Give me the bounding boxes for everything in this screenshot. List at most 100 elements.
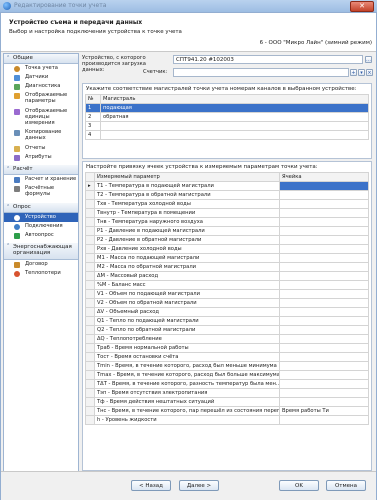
cell-value[interactable] xyxy=(279,307,369,317)
table-row[interactable]: M2 - Масса по обратной магистрали xyxy=(85,262,369,272)
sidebar-section-polling[interactable]: ⌃ Опрос xyxy=(4,203,78,213)
sidebar-item-reports[interactable]: Отчеты xyxy=(4,144,78,153)
table-row[interactable]: Tнв - Температура наружного воздуха xyxy=(85,217,369,227)
counter-dropdown-icon[interactable]: ▾ xyxy=(358,69,365,76)
cell-value[interactable] xyxy=(279,298,369,308)
attributes-icon xyxy=(14,155,20,161)
counter-select[interactable] xyxy=(173,68,349,77)
table-row[interactable]: Tmin - Время, в течение которого, расход… xyxy=(85,361,369,371)
table-row[interactable]: TΔT - Время, в течение которого, разност… xyxy=(85,379,369,389)
cell-value[interactable] xyxy=(279,199,369,209)
table-row[interactable]: %M - Баланс масс xyxy=(85,280,369,290)
cell-value[interactable] xyxy=(279,334,369,344)
sidebar-section-general[interactable]: ⌃ Общие xyxy=(4,54,78,64)
table-row[interactable]: P2 - Давление в обратной магистрали xyxy=(85,235,369,245)
cell-value[interactable] xyxy=(279,388,369,398)
cell-value[interactable] xyxy=(279,217,369,227)
cell-value[interactable] xyxy=(279,280,369,290)
cell-value[interactable] xyxy=(279,262,369,272)
sidebar-item-device[interactable]: Устройство xyxy=(4,213,78,222)
table-row[interactable]: T2 - Температура в обратной магистрали xyxy=(85,190,369,200)
table-row[interactable]: Tнс - Время, в течение которого, пар пер… xyxy=(85,406,369,416)
sidebar-section-supplier[interactable]: ⌃ Энергоснабжающая организация xyxy=(4,243,78,260)
diagnostics-icon xyxy=(14,84,20,90)
row-line[interactable]: обратная xyxy=(100,112,369,122)
counter-label: Счетчик: xyxy=(143,69,168,75)
table-row[interactable]: Pхв - Давление холодной воды xyxy=(85,244,369,254)
cell-value[interactable] xyxy=(279,379,369,389)
table-row[interactable]: V1 - Объем по подающей магистрали xyxy=(85,289,369,299)
counter-clear-icon[interactable]: × xyxy=(366,69,373,76)
sidebar-item-sensors[interactable]: Датчики xyxy=(4,73,78,82)
counter-add-icon[interactable]: + xyxy=(350,69,357,76)
cell-value[interactable] xyxy=(279,181,369,191)
cell-value[interactable] xyxy=(279,415,369,425)
connection-icon xyxy=(14,224,20,230)
next-button[interactable]: Далее > xyxy=(179,480,219,491)
cell-value[interactable] xyxy=(279,325,369,335)
close-button[interactable]: ✕ xyxy=(350,1,374,12)
table-row[interactable]: Tmax - Время, в течение которого, расход… xyxy=(85,370,369,380)
table-row[interactable]: Tхв - Температура холодной воды xyxy=(85,199,369,209)
sidebar-section-calculation[interactable]: ⌃ Расчёт xyxy=(4,165,78,175)
table-row[interactable]: 1 подающая xyxy=(85,103,369,113)
cell-value[interactable] xyxy=(279,226,369,236)
table-row[interactable]: Q1 - Тепло по подающей магистрали xyxy=(85,316,369,326)
table-row[interactable]: Q2 - Тепло по обратной магистрали xyxy=(85,325,369,335)
parameter-name: ΔQ - Теплопотребление xyxy=(94,334,280,344)
table-row[interactable]: 2 обратная xyxy=(85,112,369,122)
cell-value[interactable] xyxy=(279,361,369,371)
table-row[interactable]: Tф - Время действия нештатных ситуаций xyxy=(85,397,369,407)
sidebar-item-meter-point[interactable]: Точка учета xyxy=(4,64,78,73)
table-row[interactable]: ΔM - Массовый расход xyxy=(85,271,369,281)
cell-value[interactable] xyxy=(279,253,369,263)
table-row[interactable]: Tост - Время остановки счёта xyxy=(85,352,369,362)
table-row[interactable]: Tэп - Время отсутствия электропитания xyxy=(85,388,369,398)
table-row[interactable]: 3 xyxy=(85,121,369,131)
table-row[interactable]: h - Уровень жидкости xyxy=(85,415,369,425)
table-row[interactable]: ΔQ - Теплопотребление xyxy=(85,334,369,344)
sidebar-item-copy-data[interactable]: Копирование данных xyxy=(4,128,78,144)
table-row[interactable]: 4 xyxy=(85,130,369,140)
cell-value[interactable]: Время работы Ти xyxy=(279,406,369,416)
sidebar-item-autopoll[interactable]: Автоопрос xyxy=(4,231,78,240)
cell-value[interactable] xyxy=(279,397,369,407)
table-row[interactable]: Tвнутр - Температура в помещении xyxy=(85,208,369,218)
device-select[interactable]: СПТ941.20 #102003 xyxy=(173,55,363,64)
sidebar-item-connections[interactable]: Подключения xyxy=(4,222,78,231)
cell-value[interactable] xyxy=(279,316,369,326)
sidebar-item-diagnostics[interactable]: Диагностика xyxy=(4,82,78,91)
cell-value[interactable] xyxy=(279,235,369,245)
row-line[interactable] xyxy=(100,130,369,140)
sidebar-item-contract[interactable]: Договор xyxy=(4,260,78,269)
table-row[interactable]: Tраб - Время нормальной работы xyxy=(85,343,369,353)
sidebar-item-units[interactable]: Отображаемые единицы измерения xyxy=(4,107,78,128)
row-line[interactable] xyxy=(100,121,369,131)
parameter-name: Tmin - Время, в течение которого, расход… xyxy=(94,361,280,371)
table-row[interactable]: ▸ T1 - Температура в подающей магистрали xyxy=(85,181,369,191)
sidebar-item-displayed-params[interactable]: Отображаемые параметры xyxy=(4,91,78,107)
sidebar-item-attributes[interactable]: Атрибуты xyxy=(4,153,78,162)
table-row[interactable]: M1 - Масса по подающей магистрали xyxy=(85,253,369,263)
sidebar-item-formulas[interactable]: Расчётные формулы xyxy=(4,184,78,200)
cell-value[interactable] xyxy=(279,190,369,200)
cell-value[interactable] xyxy=(279,289,369,299)
cell-value[interactable] xyxy=(279,343,369,353)
cell-value[interactable] xyxy=(279,370,369,380)
device-more-button[interactable]: … xyxy=(365,56,372,63)
table-row[interactable]: P1 - Давление в подающей магистрали xyxy=(85,226,369,236)
row-line[interactable]: подающая xyxy=(100,103,369,113)
back-button[interactable]: < Назад xyxy=(131,480,171,491)
cell-value[interactable] xyxy=(279,352,369,362)
cell-value[interactable] xyxy=(279,244,369,254)
sidebar-item-heat-loss[interactable]: Теплопотери xyxy=(4,269,78,278)
cancel-button[interactable]: Отмена xyxy=(326,480,366,491)
ok-button[interactable]: OK xyxy=(279,480,319,491)
row-number: 2 xyxy=(85,112,101,122)
contract-icon xyxy=(14,262,20,268)
table-row[interactable]: ΔV - Объемный расход xyxy=(85,307,369,317)
table-row[interactable]: V2 - Объем по обратной магистрали xyxy=(85,298,369,308)
sidebar-item-calc-storage[interactable]: Расчет и хранение xyxy=(4,175,78,184)
cell-value[interactable] xyxy=(279,208,369,218)
cell-value[interactable] xyxy=(279,271,369,281)
